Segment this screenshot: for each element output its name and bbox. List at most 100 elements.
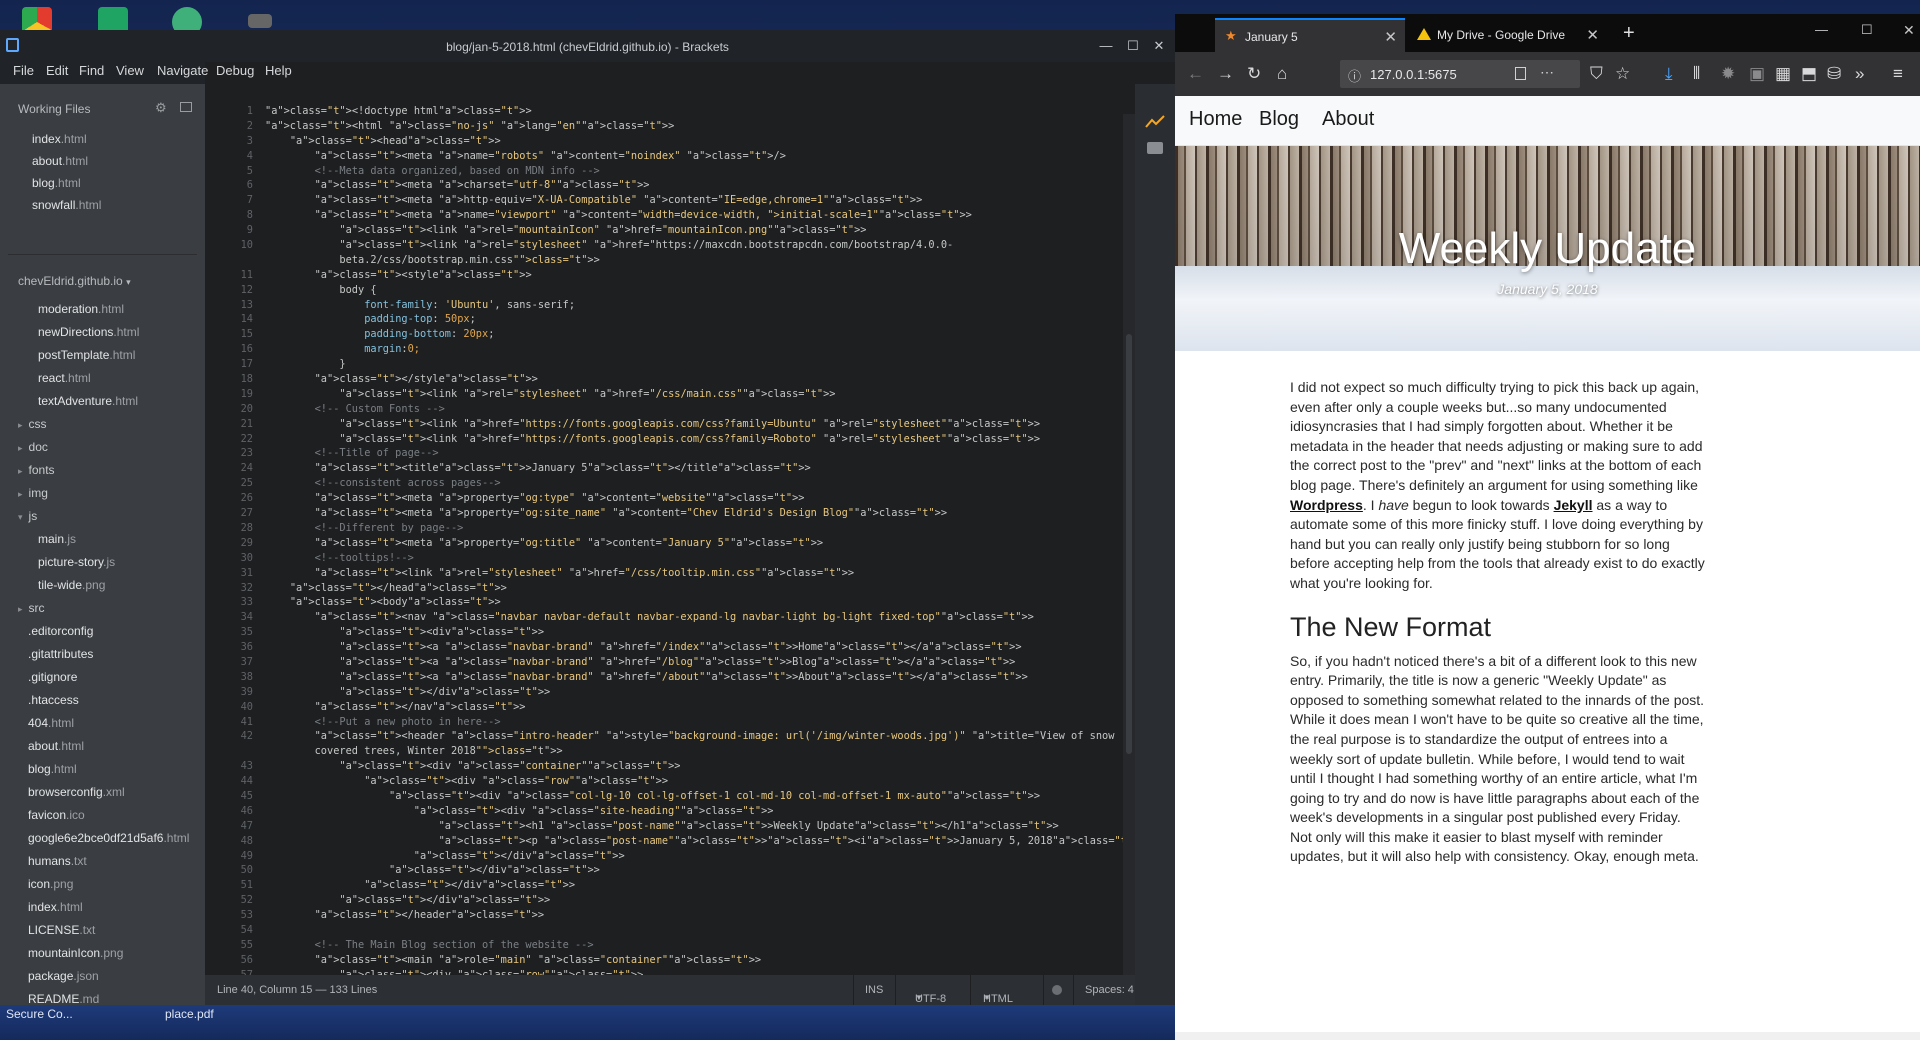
code-line[interactable]: "a">class="t"><a "a">class="navbar-brand… [265, 670, 1125, 685]
code-line[interactable]: "a">class="t"></style"a">class="t">> [265, 372, 1125, 387]
file-tree-item[interactable]: textAdventure.html [38, 394, 138, 408]
code-line[interactable]: <!--Put a new photo in here--> [265, 715, 1125, 730]
file-tree-item[interactable]: tile-wide.png [38, 578, 105, 592]
menu-debug[interactable]: Debug [216, 63, 254, 78]
code-line[interactable]: "a">class="t"><a "a">class="navbar-brand… [265, 655, 1125, 670]
code-line[interactable]: "a">class="t"></div"a">class="t">> [265, 849, 1125, 864]
editor-scrollbar[interactable] [1123, 114, 1135, 1005]
code-line[interactable]: covered trees, Winter 2018"">class="t">> [265, 744, 1125, 759]
code-line[interactable]: "a">class="t"><div "a">class="row""a">cl… [265, 774, 1125, 789]
downloads-icon[interactable]: ⤓ [1665, 64, 1673, 84]
back-icon[interactable]: ← [1187, 64, 1204, 84]
file-tree-item[interactable]: LICENSE.txt [28, 923, 95, 937]
code-line[interactable]: "a">class="t"></div"a">class="t">> [265, 878, 1125, 893]
code-line[interactable]: "a">class="t"><link "a">rel="mountainIco… [265, 223, 1125, 238]
home-icon[interactable]: ⌂ [1277, 64, 1287, 84]
file-tree-item[interactable]: picture-story.js [38, 555, 115, 569]
code-content[interactable]: "a">class="t"><!doctype html"a">class="t… [265, 104, 1125, 975]
file-tree-item[interactable]: .htaccess [28, 693, 79, 707]
code-line[interactable]: "a">class="t"><div "a">class="col-lg-10 … [265, 789, 1125, 804]
gear-icon[interactable]: ⚙ [155, 100, 167, 116]
code-line[interactable]: "a">class="t"><meta "a">property="og:tit… [265, 536, 1125, 551]
close-icon[interactable]: ✕ [1148, 36, 1170, 56]
file-tree-item[interactable]: mountainIcon.png [28, 946, 123, 960]
code-line[interactable]: "a">class="t"><meta "a">charset="utf-8""… [265, 178, 1125, 193]
nav-home-link[interactable]: Home [1189, 108, 1242, 131]
insert-mode[interactable]: INS [865, 984, 883, 996]
close-window-icon[interactable]: ✕ [1903, 22, 1915, 39]
file-tree-item[interactable]: index.html [28, 900, 83, 914]
extension-icon-3[interactable]: ▦ [1775, 64, 1791, 84]
code-line[interactable]: "a">class="t"><meta "a">name="robots" "a… [265, 149, 1125, 164]
close-tab-icon[interactable]: ✕ [1384, 28, 1397, 46]
folder-item[interactable]: ▾ js [18, 509, 37, 523]
code-line[interactable]: "a">class="t"><!doctype html"a">class="t… [265, 104, 1125, 119]
code-line[interactable]: "a">class="t"><link "a">rel="stylesheet"… [265, 387, 1125, 402]
live-preview-icon[interactable] [1145, 114, 1165, 130]
hamburger-menu-icon[interactable]: ≡ [1893, 64, 1903, 84]
code-line[interactable]: padding-top: 50px; [265, 312, 1125, 327]
folder-item[interactable]: ▸ fonts [18, 463, 55, 477]
horizontal-scrollbar[interactable] [1175, 1032, 1920, 1040]
file-tree-item[interactable]: humans.txt [28, 854, 87, 868]
file-tree-item[interactable]: browserconfig.xml [28, 785, 125, 799]
code-line[interactable]: "a">class="t"><a "a">class="navbar-brand… [265, 640, 1125, 655]
file-tree-item[interactable]: .editorconfig [28, 624, 93, 638]
code-line[interactable]: "a">class="t"><meta "a">property="og:typ… [265, 491, 1125, 506]
page-actions-icon[interactable]: ⋯ [1540, 64, 1554, 81]
code-line[interactable]: padding-bottom: 20px; [265, 327, 1125, 342]
extension-icon-2[interactable]: ▣ [1749, 64, 1765, 84]
file-tree-item[interactable]: package.json [28, 969, 99, 983]
file-tree-item[interactable]: icon.png [28, 877, 73, 891]
working-file-item[interactable]: blog.html [32, 176, 81, 190]
file-tree-item[interactable]: .gitignore [28, 670, 77, 684]
code-line[interactable]: body { [265, 283, 1125, 298]
code-line[interactable]: "a">class="t"></div"a">class="t">> [265, 893, 1125, 908]
working-file-item[interactable]: about.html [32, 154, 88, 168]
code-line[interactable]: font-family: 'Ubuntu', sans-serif; [265, 298, 1125, 313]
code-line[interactable]: "a">class="t"><nav "a">class="navbar nav… [265, 610, 1125, 625]
code-line[interactable]: "a">class="t"><meta "a">http-equiv="X-UA… [265, 193, 1125, 208]
code-line[interactable]: "a">class="t"></head"a">class="t">> [265, 581, 1125, 596]
code-line[interactable]: "a">class="t"><link "a">href="https://fo… [265, 432, 1125, 447]
wordpress-link[interactable]: Wordpress [1290, 497, 1363, 513]
nav-about-link[interactable]: About [1322, 108, 1374, 131]
code-line[interactable]: "a">class="t"><head"a">class="t">> [265, 134, 1125, 149]
code-line[interactable]: "a">class="t"><style"a">class="t">> [265, 268, 1125, 283]
tab-google-drive[interactable]: My Drive - Google Drive ✕ [1407, 18, 1607, 52]
working-file-item[interactable]: snowfall.html [32, 198, 101, 212]
file-tree-item[interactable]: favicon.ico [28, 808, 85, 822]
taskbar-item[interactable]: Secure Co... [6, 1007, 73, 1021]
jekyll-link[interactable]: Jekyll [1554, 497, 1593, 513]
file-tree-item[interactable]: 404.html [28, 716, 74, 730]
code-line[interactable]: "a">class="t"><div"a">class="t">> [265, 625, 1125, 640]
bookmark-star-icon[interactable]: ☆ [1615, 64, 1630, 84]
file-tree-item[interactable]: postTemplate.html [38, 348, 135, 362]
maximize-icon[interactable]: ☐ [1122, 36, 1144, 56]
library-icon[interactable]: ⫴ [1693, 64, 1700, 84]
code-line[interactable]: <!--Different by page--> [265, 521, 1125, 536]
menu-navigate[interactable]: Navigate [157, 63, 208, 78]
forward-icon[interactable]: → [1217, 64, 1234, 84]
code-line[interactable]: "a">class="t"><header "a">class="intro-h… [265, 729, 1125, 744]
folder-item[interactable]: ▸ img [18, 486, 48, 500]
extension-icon-4[interactable]: ⬒ [1801, 64, 1817, 84]
code-line[interactable]: "a">class="t"><p "a">class="post-name""a… [265, 834, 1125, 849]
code-line[interactable]: "a">class="t"><div "a">class="container"… [265, 759, 1125, 774]
menu-edit[interactable]: Edit [46, 63, 68, 78]
file-tree-item[interactable]: .gitattributes [28, 647, 93, 661]
menu-find[interactable]: Find [79, 63, 104, 78]
linter-status-icon[interactable] [1052, 985, 1062, 995]
code-line[interactable]: "a">class="t"></header"a">class="t">> [265, 908, 1125, 923]
file-tree-item[interactable]: newDirections.html [38, 325, 139, 339]
folder-item[interactable]: ▸ src [18, 601, 45, 615]
code-line[interactable]: <!--Title of page--> [265, 446, 1125, 461]
code-line[interactable]: "a">class="t"><link "a">rel="stylesheet"… [265, 238, 1125, 253]
code-line[interactable]: "a">class="t"></nav"a">class="t">> [265, 700, 1125, 715]
file-tree-item[interactable]: google6e2bce0df21d5af6.html [28, 831, 189, 845]
code-line[interactable]: "a">class="t"></div"a">class="t">> [265, 863, 1125, 878]
file-tree-item[interactable]: react.html [38, 371, 91, 385]
extension-icon[interactable]: ✹ [1721, 64, 1735, 84]
tab-january-5[interactable]: ★ January 5 ✕ [1215, 18, 1405, 52]
code-line[interactable]: beta.2/css/bootstrap.min.css"">class="t"… [265, 253, 1125, 268]
